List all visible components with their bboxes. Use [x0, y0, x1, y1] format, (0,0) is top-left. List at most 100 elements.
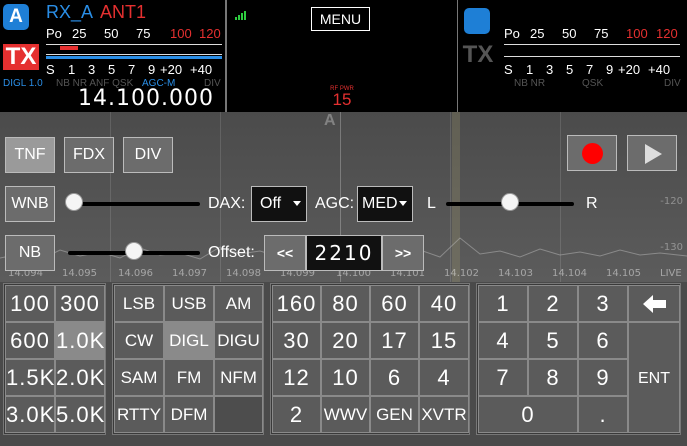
band-key[interactable]: 60 [370, 285, 419, 322]
power-scale-75: 75 [594, 26, 609, 41]
band-key[interactable]: 40 [419, 285, 469, 322]
wnb-slider-knob[interactable] [65, 193, 83, 211]
qsk-flag: QSK [582, 78, 604, 89]
wnb-button[interactable]: WNB [5, 186, 55, 222]
slice-a-badge[interactable]: A [3, 4, 29, 30]
numpad-key[interactable]: 2 [528, 285, 578, 322]
offset-value[interactable]: 2210 [306, 235, 382, 271]
band-key[interactable]: 160 [272, 285, 321, 322]
s-scale-40: +40 [190, 62, 213, 77]
filter-key[interactable]: 300 [55, 285, 105, 322]
nb-slider-knob[interactable] [125, 242, 143, 260]
numpad-key[interactable]: 7 [478, 359, 528, 396]
nb-button[interactable]: NB [5, 235, 55, 271]
ghost-slice-letter: A [324, 112, 336, 129]
agc-select[interactable]: MED [357, 186, 413, 222]
tx-badge-inactive[interactable]: TX [460, 42, 496, 68]
filter-key[interactable]: 1.5K [5, 359, 55, 396]
power-scale-120: 120 [199, 26, 221, 41]
numpad-key[interactable]: 3 [578, 285, 628, 322]
band-key[interactable]: 30 [272, 322, 321, 359]
fdx-button[interactable]: FDX [64, 137, 114, 173]
mode-key[interactable]: SAM [114, 359, 164, 396]
s-scale-20: +20 [618, 62, 641, 77]
band-key[interactable]: 2 [272, 396, 321, 433]
chevron-down-icon [399, 201, 407, 206]
numpad-key[interactable]: 9 [578, 359, 628, 396]
mode-key[interactable]: USB [164, 285, 214, 322]
slice-a-frequency[interactable]: 14.100.000 [78, 86, 214, 111]
slice-b-panel[interactable]: TX Po 25 50 75 100 120 S 1 3 5 7 9 +20 +… [458, 0, 687, 112]
freq-tick: 14.103 [498, 268, 533, 279]
s-scale-s: S [46, 62, 55, 77]
record-button[interactable] [567, 135, 617, 171]
power-scale-100: 100 [170, 26, 192, 41]
play-button[interactable] [627, 135, 677, 171]
dbm-tick: -120 [660, 196, 683, 207]
mode-filter-label[interactable]: DIGL 1.0 [3, 78, 43, 89]
power-meter-line [504, 44, 680, 45]
offset-up-button[interactable]: >> [382, 235, 424, 271]
enter-button[interactable]: ENT [628, 322, 680, 433]
s-scale-s: S [504, 62, 513, 77]
filter-key[interactable]: 3.0K [5, 396, 55, 433]
band-key-xvtr[interactable]: XVTR [419, 396, 469, 433]
mode-key[interactable]: FM [164, 359, 214, 396]
band-key[interactable]: 80 [321, 285, 370, 322]
mode-key[interactable]: DFM [164, 396, 214, 433]
slice-b-badge[interactable] [464, 8, 490, 34]
filter-key[interactable]: 5.0K [55, 396, 105, 433]
numpad-key[interactable]: 8 [528, 359, 578, 396]
mode-key[interactable]: DIGU [214, 322, 263, 359]
numpad-key[interactable]: 4 [478, 322, 528, 359]
numpad-key[interactable]: 1 [478, 285, 528, 322]
mode-key[interactable]: AM [214, 285, 263, 322]
power-scale-120: 120 [656, 26, 678, 41]
backspace-button[interactable] [628, 285, 680, 322]
band-key-gen[interactable]: GEN [370, 396, 419, 433]
s-scale-3: 3 [546, 62, 554, 77]
band-key[interactable]: 10 [321, 359, 370, 396]
tnf-button[interactable]: TNF [5, 137, 55, 173]
band-pad: 160 80 60 40 30 20 17 15 12 10 6 4 2 WWV… [270, 283, 470, 435]
offset-down-button[interactable]: << [264, 235, 306, 271]
filter-key[interactable]: 100 [5, 285, 55, 322]
band-key[interactable]: 4 [419, 359, 469, 396]
slice-a-panel[interactable]: A RX_A ANT1 TX Po 25 50 75 100 120 S 1 3… [0, 0, 226, 112]
s-scale-5: 5 [108, 62, 116, 77]
mode-key-selected[interactable]: DIGL [164, 322, 214, 359]
band-key[interactable]: 20 [321, 322, 370, 359]
wnb-level-slider[interactable] [74, 202, 200, 206]
band-key[interactable]: 12 [272, 359, 321, 396]
mode-key[interactable]: CW [114, 322, 164, 359]
tx-badge[interactable]: TX [3, 44, 39, 70]
filter-key[interactable]: 600 [5, 322, 55, 359]
div-button[interactable]: DIV [123, 137, 173, 173]
filter-key[interactable]: 2.0K [55, 359, 105, 396]
band-key[interactable]: 15 [419, 322, 469, 359]
pan-slider-knob[interactable] [501, 193, 519, 211]
s-scale-3: 3 [88, 62, 96, 77]
rf-power-readout[interactable]: RF PWR 15 [327, 86, 357, 108]
pan-left-label: L [427, 195, 436, 212]
tx-antenna-label[interactable]: ANT1 [100, 2, 146, 23]
rx-antenna-label[interactable]: RX_A [46, 2, 93, 23]
s-meter-line [504, 56, 680, 57]
dax-select[interactable]: Off [251, 186, 307, 222]
power-meter-bar [60, 46, 78, 50]
filter-key-selected[interactable]: 1.0K [55, 322, 105, 359]
mode-key[interactable]: NFM [214, 359, 263, 396]
menu-button[interactable]: MENU [311, 7, 370, 31]
numpad-key[interactable]: 5 [528, 322, 578, 359]
numpad-key-decimal[interactable]: . [578, 396, 628, 433]
s-scale-7: 7 [586, 62, 594, 77]
mode-key[interactable]: LSB [114, 285, 164, 322]
filter-pad: 100 300 600 1.0K 1.5K 2.0K 3.0K 5.0K [3, 283, 106, 435]
mode-key[interactable]: RTTY [114, 396, 164, 433]
agc-value: MED [362, 195, 398, 212]
numpad-key-zero[interactable]: 0 [478, 396, 578, 433]
band-key[interactable]: 6 [370, 359, 419, 396]
band-key[interactable]: 17 [370, 322, 419, 359]
band-key-wwv[interactable]: WWV [321, 396, 370, 433]
numpad-key[interactable]: 6 [578, 322, 628, 359]
